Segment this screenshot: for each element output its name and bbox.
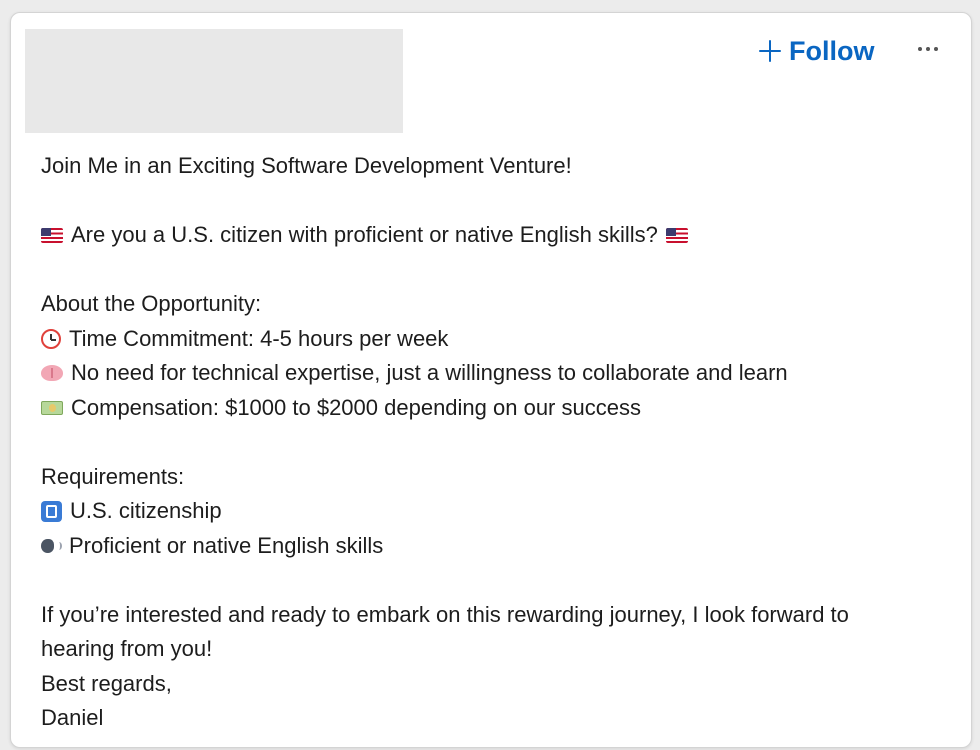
money-icon <box>41 400 63 415</box>
signature: Daniel <box>41 705 104 730</box>
brain-icon <box>41 365 63 382</box>
list-item-text: Compensation: $1000 to $2000 depending o… <box>71 394 641 420</box>
list-item-text: U.S. citizenship <box>70 498 222 523</box>
plus-icon <box>759 40 781 62</box>
signoff: Best regards, <box>41 670 172 696</box>
us-flag-icon <box>665 227 688 243</box>
passport-control-icon <box>41 500 62 522</box>
about-heading: About the Opportunity: <box>41 291 262 316</box>
closing-paragraph: If you’re interested and ready to embark… <box>41 601 849 662</box>
follow-label: Follow <box>789 35 875 66</box>
list-item: Time Commitment: 4-5 hours per week <box>41 322 941 357</box>
more-options-button[interactable] <box>911 37 945 61</box>
citizenship-question: Are you a U.S. citizen with proficient o… <box>41 218 941 253</box>
post-text: Join Me in an Exciting Software Developm… <box>41 149 941 736</box>
us-flag-icon <box>41 227 63 243</box>
list-item-text: Time Commitment: 4-5 hours per week <box>69 325 449 351</box>
more-dot-icon <box>934 47 938 51</box>
question-text: Are you a U.S. citizen with proficient o… <box>71 222 658 247</box>
post-title: Join Me in an Exciting Software Developm… <box>41 153 572 178</box>
more-dot-icon <box>918 47 922 51</box>
list-item: Proficient or native English skills <box>41 529 941 564</box>
list-item: Compensation: $1000 to $2000 depending o… <box>41 391 941 426</box>
alarm-clock-icon <box>41 328 61 349</box>
follow-button[interactable]: Follow <box>759 33 874 69</box>
requirements-heading: Requirements: <box>41 463 185 489</box>
speaking-head-icon <box>41 537 62 555</box>
list-item: No need for technical expertise, just a … <box>41 356 941 391</box>
list-item: U.S. citizenship <box>41 494 941 529</box>
post-card: Follow Join Me in an Exciting Software D… <box>10 12 972 748</box>
list-item-text: No need for technical expertise, just a … <box>71 360 788 385</box>
author-info-placeholder <box>25 29 403 133</box>
list-item-text: Proficient or native English skills <box>69 532 384 558</box>
more-dot-icon <box>926 47 930 51</box>
